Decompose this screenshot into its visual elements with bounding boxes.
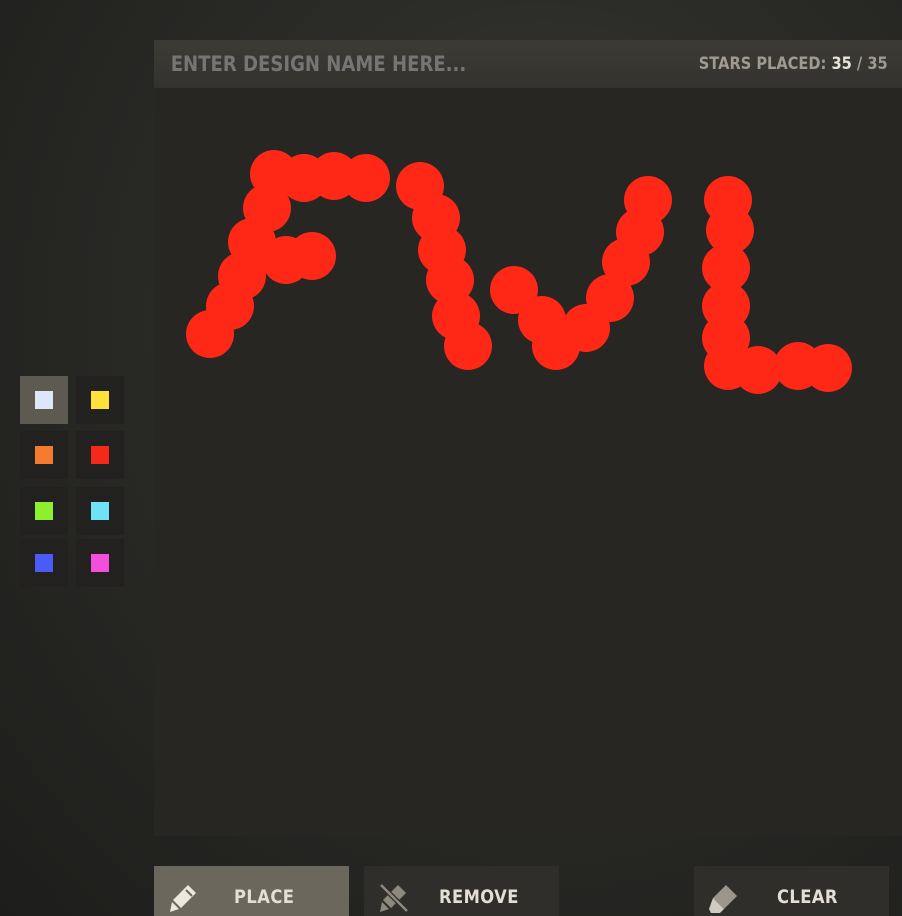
- placed-star[interactable]: [186, 310, 234, 358]
- remove-pencil-icon: [379, 883, 409, 913]
- eraser-icon: [709, 885, 737, 913]
- place-button[interactable]: PLACE: [154, 866, 349, 916]
- drawing-canvas[interactable]: [154, 88, 902, 836]
- star-layer: [186, 150, 852, 394]
- clear-button[interactable]: CLEAR: [694, 866, 889, 916]
- placed-star[interactable]: [624, 176, 672, 224]
- stars-max-value: 35: [867, 54, 888, 74]
- swatch-red[interactable]: [76, 431, 124, 479]
- pencil-icon: [170, 885, 196, 912]
- swatch-chip-cyan: [91, 502, 109, 520]
- swatch-chip-yellow: [91, 391, 109, 409]
- clear-label: CLEAR: [777, 886, 838, 908]
- stars-placed-value: 35: [831, 54, 853, 74]
- stars-placed-counter: STARS PLACED: 35 / 35: [699, 54, 888, 74]
- swatch-blue[interactable]: [20, 539, 68, 587]
- swatch-orange[interactable]: [20, 431, 68, 479]
- placed-star[interactable]: [342, 154, 390, 202]
- design-header: STARS PLACED: 35 / 35: [154, 40, 902, 88]
- swatch-white[interactable]: [20, 376, 68, 424]
- swatch-chip-orange: [35, 446, 53, 464]
- swatch-chip-red: [91, 446, 109, 464]
- stars-separator: /: [857, 54, 863, 74]
- swatch-chip-green: [35, 502, 53, 520]
- placed-star[interactable]: [804, 344, 852, 392]
- swatch-chip-blue: [35, 554, 53, 572]
- remove-button[interactable]: REMOVE: [364, 866, 559, 916]
- swatch-chip-white: [35, 391, 53, 409]
- place-label: PLACE: [234, 886, 295, 908]
- design-name-input[interactable]: [169, 51, 543, 77]
- placed-star[interactable]: [288, 232, 336, 280]
- remove-label: REMOVE: [439, 886, 519, 908]
- swatch-chip-magenta: [91, 554, 109, 572]
- swatch-yellow[interactable]: [76, 376, 124, 424]
- swatch-cyan[interactable]: [76, 487, 124, 535]
- placed-star[interactable]: [444, 322, 492, 370]
- swatch-green[interactable]: [20, 487, 68, 535]
- tool-bar: PLACE REMOVE CLEAR: [0, 866, 902, 916]
- stars-placed-label: STARS PLACED:: [699, 54, 827, 74]
- swatch-magenta[interactable]: [76, 539, 124, 587]
